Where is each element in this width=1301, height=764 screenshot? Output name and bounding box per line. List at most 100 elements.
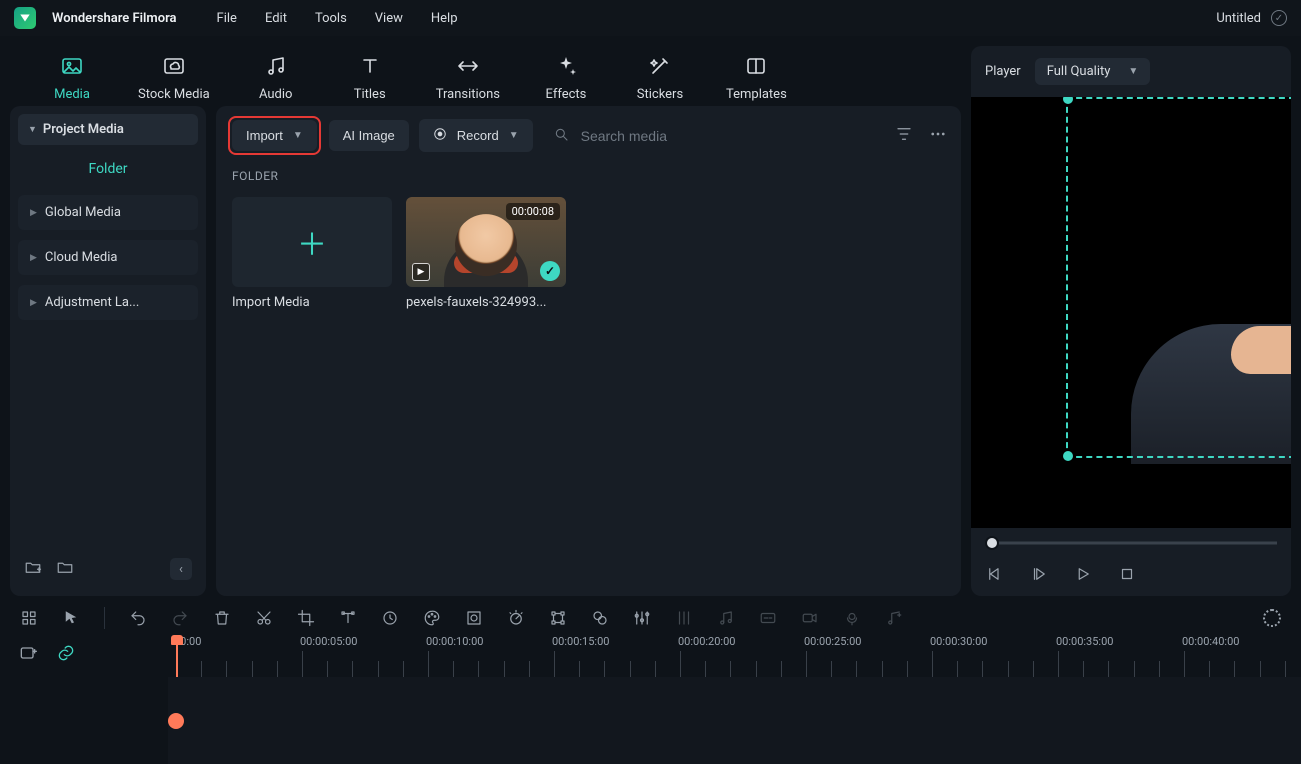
search-icon (553, 126, 569, 146)
ruler-label: 00:00:40:00 (1182, 635, 1239, 648)
duration-badge: 00:00:08 (506, 203, 560, 220)
tab-label: Effects (546, 87, 587, 102)
apps-icon[interactable] (18, 607, 40, 629)
render-button[interactable] (1261, 607, 1283, 629)
loader-icon (1263, 609, 1281, 627)
clip-start-marker[interactable] (168, 713, 184, 729)
next-frame-button[interactable] (1029, 564, 1049, 584)
media-clip-label: pexels-fauxels-324993... (406, 295, 566, 310)
chevron-right-icon: ▶ (30, 253, 37, 263)
cut-button[interactable] (253, 607, 275, 629)
ruler-label: 00:00:35:00 (1056, 635, 1113, 648)
titlebar-right: Untitled ✓ (1216, 10, 1287, 26)
tab-media[interactable]: Media (44, 54, 100, 102)
filter-icon[interactable] (895, 125, 913, 147)
ai-image-button[interactable]: AI Image (329, 120, 409, 151)
media-clip-card[interactable]: 00:00:08 ▶ ✓ pexels-fauxels-324993... (406, 197, 566, 310)
player-panel: Player Full Quality ▼ (971, 46, 1291, 596)
adjust-button[interactable] (631, 607, 653, 629)
resize-handle-icon[interactable] (1063, 451, 1073, 461)
tab-effects[interactable]: Effects (538, 54, 594, 102)
sidebar-item-cloud-media[interactable]: ▶ Cloud Media (18, 240, 198, 275)
chroma-key-button[interactable] (589, 607, 611, 629)
import-highlight: Import ▼ (230, 118, 319, 153)
music-icon (264, 54, 288, 83)
sidebar-header-project-media[interactable]: ▼ Project Media (18, 114, 198, 145)
stop-button[interactable] (1117, 564, 1137, 584)
media-browser: Import ▼ AI Image Record ▼ (216, 106, 961, 596)
search-input[interactable] (579, 127, 875, 145)
tab-label: Stock Media (138, 87, 210, 102)
keyframe-button[interactable] (547, 607, 569, 629)
undo-button[interactable] (127, 607, 149, 629)
tab-stock-media[interactable]: Stock Media (138, 54, 210, 102)
voice-button (841, 607, 863, 629)
color-button[interactable] (421, 607, 443, 629)
timeline-tracks[interactable] (168, 677, 1301, 764)
resize-handle-icon[interactable] (1063, 97, 1073, 104)
timeline-ruler[interactable]: 00:0000:00:05:0000:00:10:0000:00:15:0000… (168, 635, 1301, 677)
tab-audio[interactable]: Audio (248, 54, 304, 102)
sidebar-item-adjustment-layer[interactable]: ▶ Adjustment La... (18, 285, 198, 320)
panels: ▼ Project Media Folder ▶ Global Media ▶ … (10, 106, 961, 596)
menu-edit[interactable]: Edit (265, 11, 287, 26)
record-button[interactable]: Record ▼ (419, 119, 533, 152)
mask-button[interactable] (463, 607, 485, 629)
sidebar-item-folder[interactable]: Folder (18, 145, 198, 195)
sidebar-item-global-media[interactable]: ▶ Global Media (18, 195, 198, 230)
playback-quality-select[interactable]: Full Quality ▼ (1035, 58, 1151, 85)
transitions-icon (456, 54, 480, 83)
add-track-button[interactable] (18, 643, 38, 668)
tab-label: Templates (726, 87, 787, 102)
menu-file[interactable]: File (217, 11, 237, 26)
collapse-sidebar-button[interactable]: ‹ (170, 558, 192, 580)
player-controls (971, 552, 1291, 596)
sync-status-icon[interactable]: ✓ (1271, 10, 1287, 26)
ruler-label: 00:00:30:00 (930, 635, 987, 648)
chevron-right-icon: ▶ (30, 208, 37, 218)
new-folder-icon[interactable] (24, 558, 42, 580)
import-button-label: Import (246, 128, 283, 143)
media-clip-thumbnail[interactable]: 00:00:08 ▶ ✓ (406, 197, 566, 287)
menu-view[interactable]: View (375, 11, 403, 26)
text-tool-button[interactable] (337, 607, 359, 629)
player-top: Player Full Quality ▼ (971, 46, 1291, 97)
slider-knob[interactable] (985, 536, 999, 550)
speed-button[interactable] (379, 607, 401, 629)
menubar: File Edit Tools View Help (217, 11, 458, 26)
import-media-card[interactable]: ＋ Import Media (232, 197, 392, 310)
link-button[interactable] (56, 643, 76, 668)
delete-button[interactable] (211, 607, 233, 629)
media-toolbar-right (895, 125, 947, 147)
play-button[interactable] (1073, 564, 1093, 584)
tab-titles[interactable]: Titles (342, 54, 398, 102)
playhead[interactable] (176, 635, 178, 677)
search-wrap (543, 120, 885, 152)
preview-canvas[interactable] (971, 97, 1291, 528)
pointer-icon[interactable] (60, 607, 82, 629)
import-media-thumb[interactable]: ＋ (232, 197, 392, 287)
sidebar-item-label: Cloud Media (45, 250, 118, 265)
tab-label: Stickers (637, 87, 683, 102)
menu-help[interactable]: Help (431, 11, 458, 26)
ruler-label: 00:00:25:00 (804, 635, 861, 648)
selection-marquee[interactable] (1066, 97, 1291, 458)
audio-mix-button (673, 607, 695, 629)
menu-tools[interactable]: Tools (315, 11, 347, 26)
redo-button[interactable] (169, 607, 191, 629)
tab-transitions[interactable]: Transitions (436, 54, 500, 102)
tab-stickers[interactable]: Stickers (632, 54, 688, 102)
playback-slider[interactable] (985, 534, 1277, 552)
more-icon[interactable] (929, 125, 947, 147)
import-button[interactable]: Import ▼ (232, 120, 317, 151)
folder-icon[interactable] (56, 558, 74, 580)
separator (104, 607, 105, 629)
speed-ramp-button[interactable] (505, 607, 527, 629)
prev-frame-button[interactable] (985, 564, 1005, 584)
edit-toolbar (0, 596, 1301, 635)
tab-templates[interactable]: Templates (726, 54, 787, 102)
chevron-down-icon: ▼ (28, 124, 37, 135)
app-name: Wondershare Filmora (52, 11, 177, 26)
crop-button[interactable] (295, 607, 317, 629)
ai-image-label: AI Image (343, 128, 395, 143)
